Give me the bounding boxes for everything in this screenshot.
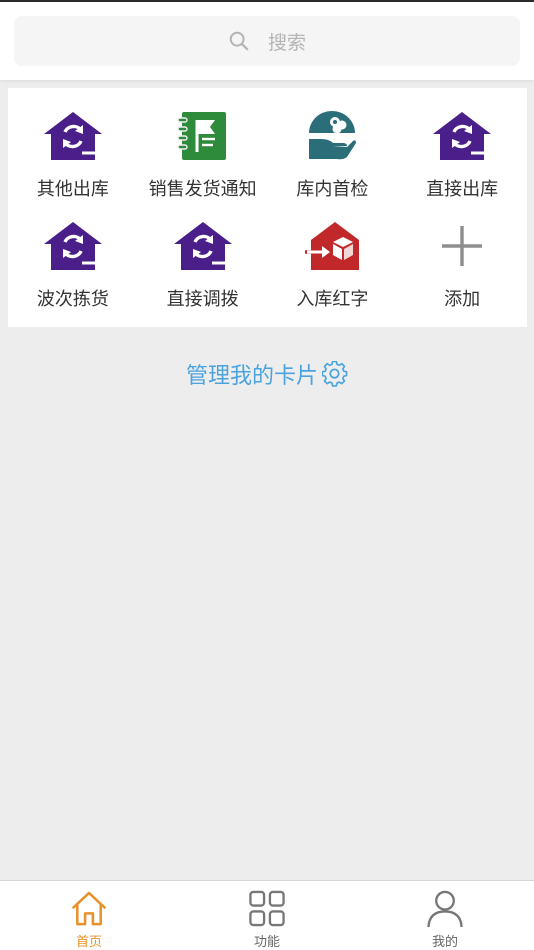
grid-icon	[249, 890, 285, 927]
shortcut-label: 直接调拨	[166, 289, 239, 310]
shortcut-add[interactable]: 添加	[397, 218, 527, 328]
shortcut-label: 直接出库	[426, 179, 499, 200]
search-icon	[229, 31, 249, 51]
shortcut-other-outbound[interactable]: 其他出库	[8, 108, 138, 218]
search-placeholder: 搜索	[267, 31, 306, 54]
shortcut-grid: 其他出库 销售发货通知 库内首检 直接出库 波次拣货 直接调拨 入库红字 添加	[8, 108, 527, 328]
shortcut-label: 入库红字	[296, 289, 369, 310]
shortcut-label: 销售发货通知	[148, 179, 257, 200]
search-bar[interactable]: 搜索	[14, 16, 520, 66]
shortcut-label: 库内首检	[296, 179, 369, 200]
gear-icon	[322, 361, 348, 387]
hand-coins-icon	[309, 111, 357, 160]
manage-cards-label: 管理我的卡片	[185, 364, 318, 389]
house-transfer-icon	[43, 112, 103, 160]
shortcut-direct-outbound[interactable]: 直接出库	[397, 108, 527, 218]
house-transfer-icon	[173, 222, 233, 270]
house-box-in-icon	[305, 222, 360, 270]
manage-cards-link[interactable]: 管理我的卡片	[0, 358, 534, 390]
plus-icon	[442, 226, 483, 266]
shortcut-inbound-red[interactable]: 入库红字	[268, 218, 398, 328]
shortcut-wave-picking[interactable]: 波次拣货	[8, 218, 138, 328]
tab-functions[interactable]: 功能	[178, 881, 356, 950]
shortcut-label: 波次拣货	[36, 289, 109, 310]
shortcut-sales-delivery-notice[interactable]: 销售发货通知	[138, 108, 268, 218]
tab-label: 功能	[253, 935, 280, 950]
shortcut-direct-transfer[interactable]: 直接调拨	[138, 218, 268, 328]
house-transfer-icon	[43, 222, 103, 270]
user-icon	[427, 890, 463, 928]
tab-mine[interactable]: 我的	[356, 881, 534, 950]
notebook-flag-icon	[176, 112, 226, 160]
home-icon	[72, 891, 106, 926]
bottom-tab-bar: 首页 功能 我的	[0, 880, 534, 950]
house-transfer-icon	[433, 112, 493, 160]
shortcut-label: 添加	[444, 289, 481, 310]
header: 搜索	[0, 2, 534, 80]
tab-label: 首页	[75, 935, 102, 950]
tab-label: 我的	[431, 935, 458, 950]
shortcut-label: 其他出库	[36, 179, 109, 200]
shortcut-card: 其他出库 销售发货通知 库内首检 直接出库 波次拣货 直接调拨 入库红字 添加	[8, 88, 527, 327]
tab-home[interactable]: 首页	[0, 881, 178, 950]
shortcut-first-inspection[interactable]: 库内首检	[268, 108, 398, 218]
